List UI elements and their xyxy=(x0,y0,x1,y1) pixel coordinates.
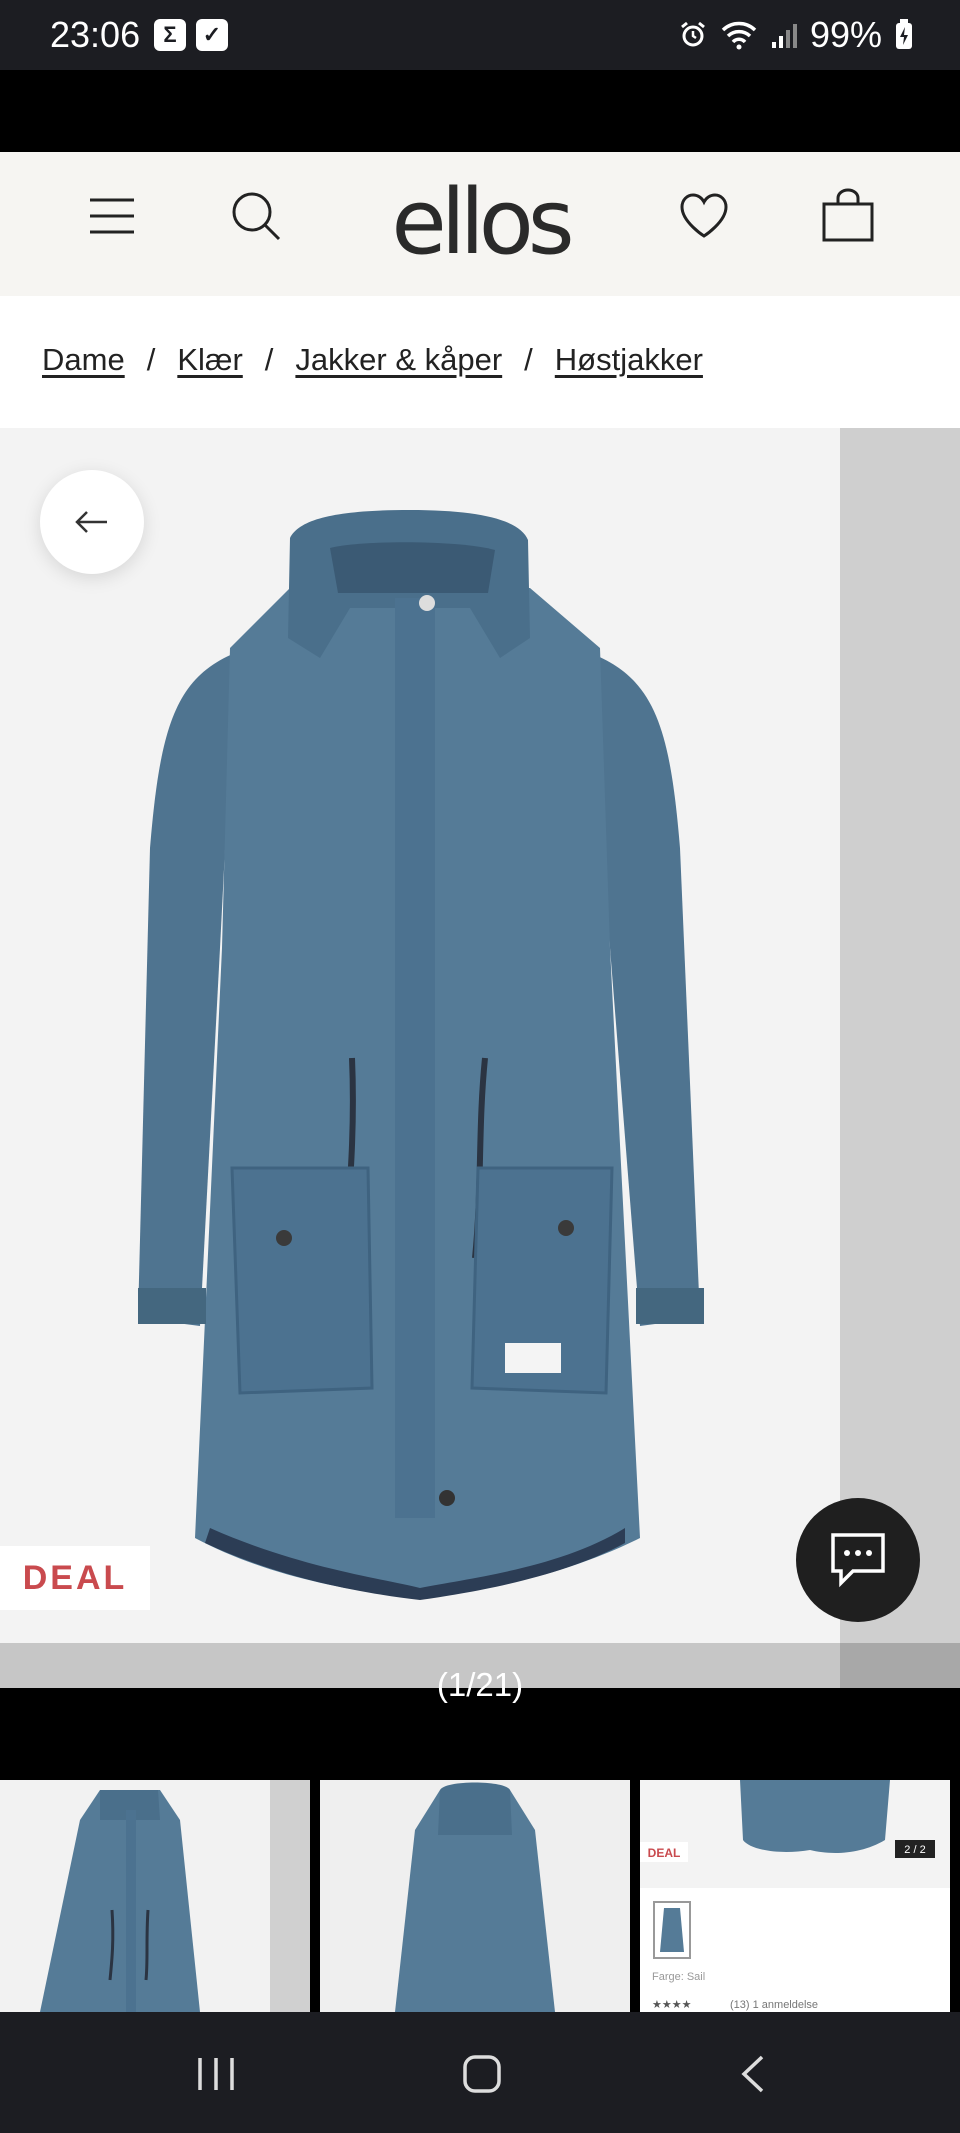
thumb-deal: DEAL xyxy=(648,1846,681,1860)
thumbnail-1[interactable] xyxy=(0,1780,310,2012)
site-header: ellos xyxy=(0,152,960,296)
wifi-icon xyxy=(721,21,757,50)
system-icons: 99% xyxy=(678,14,914,56)
product-gallery[interactable]: DEAL (1/21) xyxy=(0,428,960,1703)
status-bar: 23:06 Σ ✓ 99% xyxy=(0,0,960,70)
thumb-color-label: Farge: Sail xyxy=(652,1971,705,1983)
alarm-icon xyxy=(681,21,705,47)
product-page-thumbnail: 2 / 2 DEAL Farge: Sail ★★★★ (13) 1 anmel… xyxy=(640,1780,950,2011)
battery-charging-icon xyxy=(896,19,912,49)
heart-icon[interactable] xyxy=(678,192,730,240)
deal-badge: DEAL xyxy=(0,1546,150,1610)
parka-jacket-image xyxy=(138,510,704,1600)
breadcrumb-separator: / xyxy=(524,342,533,377)
android-navigation-bar xyxy=(0,2012,960,2133)
next-image-peek[interactable] xyxy=(840,428,960,1643)
top-spacer xyxy=(0,70,960,152)
status-time: 23:06 xyxy=(50,14,141,55)
parka-front-thumbnail xyxy=(40,1780,310,2012)
battery-level: 99% xyxy=(809,14,882,55)
breadcrumb: Dame / Klær / Jakker & kåper / Høstjakke… xyxy=(0,296,960,428)
home-icon[interactable] xyxy=(462,2054,502,2094)
recent-apps-icon[interactable] xyxy=(196,2056,236,2092)
chat-button[interactable] xyxy=(796,1498,920,1622)
thumbnail-3[interactable]: 2 / 2 DEAL Farge: Sail ★★★★ (13) 1 anmel… xyxy=(640,1780,950,2012)
shopping-bag-icon[interactable] xyxy=(820,188,876,244)
thumbnail-strip: 2 / 2 DEAL Farge: Sail ★★★★ (13) 1 anmel… xyxy=(0,1780,960,2012)
thumb-rating-text: (13) 1 anmeldelse xyxy=(730,1999,818,2011)
product-image[interactable]: DEAL xyxy=(0,428,840,1643)
ellos-logo[interactable]: ellos xyxy=(0,178,960,268)
parka-back-thumbnail xyxy=(395,1782,555,2012)
check-notification-icon: ✓ xyxy=(196,19,228,51)
thumb-stars: ★★★★ xyxy=(652,1999,692,2011)
image-counter: (1/21) xyxy=(436,1666,524,1703)
chat-bubble-icon xyxy=(831,1533,885,1588)
gallery-back-button[interactable] xyxy=(40,470,144,574)
signal-icon xyxy=(771,24,797,48)
breadcrumb-jakker-kaper[interactable]: Jakker & kåper xyxy=(295,342,502,378)
breadcrumb-separator: / xyxy=(264,342,274,377)
breadcrumb-dame[interactable]: Dame xyxy=(42,342,125,378)
sigma-notification-icon: Σ xyxy=(154,19,186,51)
thumbnail-2[interactable] xyxy=(320,1780,630,2012)
thumb-pager: 2 / 2 xyxy=(904,1844,925,1856)
notification-icons: Σ ✓ xyxy=(154,19,228,51)
breadcrumb-separator: / xyxy=(146,342,156,377)
breadcrumb-klaer[interactable]: Klær xyxy=(177,342,242,378)
back-icon[interactable] xyxy=(738,2054,768,2094)
breadcrumb-hostjakker[interactable]: Høstjakker xyxy=(555,342,703,378)
arrow-left-icon xyxy=(75,511,107,533)
